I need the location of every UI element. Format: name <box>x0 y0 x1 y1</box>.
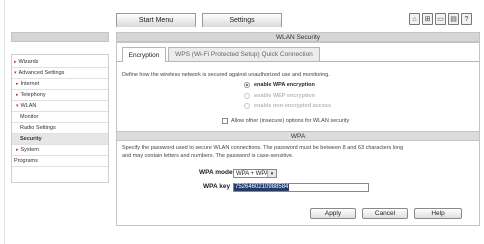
printer-icon[interactable]: ▤ <box>448 13 459 25</box>
sidebar-item-label: Wizards <box>18 59 39 65</box>
sidebar-item-internet[interactable]: ▸ Internet <box>12 79 108 90</box>
sidebar-item-label: Telephony <box>20 92 46 98</box>
radio-none: enable non-encrypted access <box>244 103 331 109</box>
tab-wps-label: WPS (Wi-Fi Protected Setup) Quick Connec… <box>175 51 313 58</box>
tab-start-menu[interactable]: Start Menu <box>116 13 196 27</box>
sidebar-item-wizards[interactable]: ▸ Wizards <box>12 57 108 68</box>
radio-wep-label: enable WEP encryption <box>254 93 316 99</box>
help-button[interactable]: Help <box>414 208 462 219</box>
wpa-section-header: WPA <box>117 131 479 141</box>
tab-settings[interactable]: Settings <box>202 13 282 27</box>
chevron-down-icon: ▾ <box>14 70 17 76</box>
wpa-description-line-1: Specify the password used to secure WLAN… <box>122 145 404 151</box>
tab-bar: Encryption WPS (Wi-Fi Protected Setup) Q… <box>117 43 479 62</box>
wpa-mode-select[interactable]: WPA + WPA2 ▾ <box>233 169 277 178</box>
home-icon[interactable]: ⌂ <box>409 13 420 25</box>
help-button-label: Help <box>431 210 445 217</box>
wpa-key-input[interactable]: 7526460210988584 <box>233 183 369 192</box>
cancel-button[interactable]: Cancel <box>362 208 408 219</box>
sidebar-item-label: Internet <box>20 81 40 87</box>
computer-icon[interactable]: ▭ <box>435 13 446 25</box>
page-title: WLAN Security <box>116 32 480 42</box>
radio-wpa-label: enable WPA encryption <box>254 82 315 88</box>
tab-wps[interactable]: WPS (Wi-Fi Protected Setup) Quick Connec… <box>168 47 320 61</box>
chevron-down-icon: ▾ <box>267 170 276 177</box>
sidebar-item-label: Radio Settings <box>20 125 56 131</box>
sidebar-item-label: Security <box>20 136 42 142</box>
chevron-right-icon: ▸ <box>16 92 19 98</box>
chevron-right-icon: ▸ <box>16 81 19 87</box>
main-panel: Encryption WPS (Wi-Fi Protected Setup) Q… <box>116 42 480 226</box>
network-icon[interactable]: ⊞ <box>422 13 433 25</box>
tab-encryption[interactable]: Encryption <box>122 47 166 62</box>
sidebar-item-security[interactable]: Security <box>12 134 108 145</box>
toolbar-icons: ⌂ ⊞ ▭ ▤ ? <box>409 13 479 27</box>
radio-wpa[interactable]: enable WPA encryption <box>244 82 315 88</box>
wpa-description-line-2: and may contain letters and numbers. The… <box>122 153 294 159</box>
radio-wep: enable WEP encryption <box>244 93 315 99</box>
sidebar-item-label: System <box>20 147 39 153</box>
tab-encryption-label: Encryption <box>128 51 160 59</box>
sidebar: ▸ Wizards ▾ Advanced Settings ▸ Internet ▸ T… <box>11 54 109 183</box>
sidebar-item-wlan[interactable]: ▾ WLAN <box>12 101 108 112</box>
wpa-mode-label: WPA mode <box>199 169 233 176</box>
chevron-right-icon: ▸ <box>14 59 17 65</box>
sidebar-item-programs[interactable]: Programs <box>12 156 108 167</box>
left-divider-line <box>4 0 5 244</box>
sidebar-item-telephony[interactable]: ▸ Telephony <box>12 90 108 101</box>
sidebar-item-label: WLAN <box>20 103 37 109</box>
radio-none-button <box>244 103 250 109</box>
wpa-key-label: WPA key <box>203 183 231 190</box>
apply-button-label: Apply <box>324 210 342 217</box>
wpa-section-title: WPA <box>290 132 306 140</box>
chevron-down-icon: ▾ <box>16 103 19 109</box>
allow-insecure-checkbox[interactable] <box>222 118 228 124</box>
sidebar-item-label: Advanced Settings <box>18 70 65 76</box>
allow-insecure-label: Allow other (insecure) options for WLAN … <box>231 118 350 124</box>
sidebar-item-advanced-settings[interactable]: ▾ Advanced Settings <box>12 68 108 79</box>
tab-start-menu-label: Start Menu <box>138 17 174 24</box>
sidebar-item-system[interactable]: ▸ System <box>12 145 108 156</box>
apply-button[interactable]: Apply <box>310 208 356 219</box>
sidebar-item-label: Monitor <box>20 114 39 120</box>
radio-wpa-button[interactable] <box>244 82 250 88</box>
sidebar-item-label: Programs <box>14 158 38 164</box>
tab-settings-label: Settings <box>229 17 255 24</box>
help-icon[interactable]: ? <box>461 13 472 25</box>
radio-none-label: enable non-encrypted access <box>254 103 332 109</box>
chevron-right-icon: ▸ <box>16 147 19 153</box>
cancel-button-label: Cancel <box>374 210 396 217</box>
encryption-description: Define how the wireless network is secur… <box>122 72 330 78</box>
sidebar-item-monitor[interactable]: Monitor <box>12 112 108 123</box>
page-title-text: WLAN Security <box>275 33 321 41</box>
sidebar-header <box>11 32 109 42</box>
wpa-key-value: 7526460210988584 <box>234 184 290 191</box>
sidebar-item-radio-settings[interactable]: Radio Settings <box>12 123 108 134</box>
radio-wep-button <box>244 93 250 99</box>
